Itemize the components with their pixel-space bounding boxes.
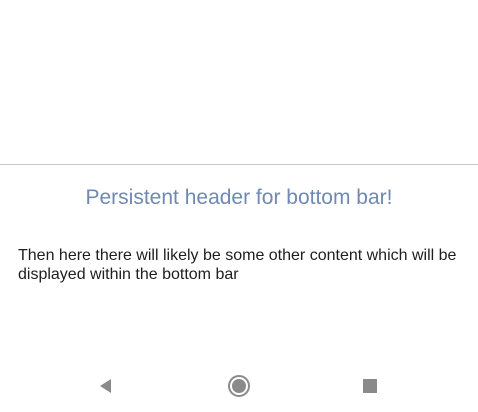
back-triangle-icon (100, 379, 111, 393)
back-button[interactable] (82, 360, 130, 412)
home-circle-icon (228, 375, 250, 397)
app-screen: Persistent header for bottom bar! Then h… (0, 0, 478, 412)
recents-button[interactable] (346, 360, 394, 412)
main-content-area (0, 0, 478, 164)
bottom-sheet[interactable]: Persistent header for bottom bar! Then h… (0, 165, 478, 355)
home-button[interactable] (215, 360, 263, 412)
recents-square-icon (363, 379, 377, 393)
system-navigation-bar (0, 360, 478, 412)
bottom-sheet-header: Persistent header for bottom bar! (85, 186, 393, 209)
bottom-sheet-body-text: Then here there will likely be some othe… (18, 247, 457, 283)
